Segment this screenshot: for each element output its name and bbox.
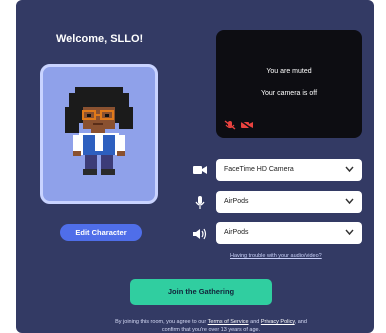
microphone-select-value: AirPods	[224, 198, 249, 205]
muted-status: You are muted	[266, 68, 312, 75]
av-help-link[interactable]: Having trouble with your audio/video?	[230, 253, 322, 259]
camera-preview: You are muted Your camera is off	[216, 30, 362, 138]
chevron-down-icon	[345, 166, 354, 173]
speaker-icon	[192, 227, 208, 241]
character-preview	[40, 64, 158, 204]
legal-and: and	[248, 319, 261, 325]
avatar	[65, 87, 133, 175]
mic-off-icon[interactable]	[224, 120, 236, 130]
terms-link[interactable]: Terms of Service	[208, 319, 249, 325]
chevron-down-icon	[345, 229, 354, 236]
legal-notice: By joining this room, you agree to our T…	[106, 318, 316, 333]
microphone-icon	[192, 195, 208, 209]
camera-select-value: FaceTime HD Camera	[224, 166, 294, 173]
camera-off-icon[interactable]	[240, 120, 254, 130]
speaker-select[interactable]: AirPods	[216, 222, 362, 244]
join-button[interactable]: Join the Gathering	[130, 279, 272, 305]
camera-select[interactable]: FaceTime HD Camera	[216, 159, 362, 181]
speaker-select-value: AirPods	[224, 229, 249, 236]
microphone-select[interactable]: AirPods	[216, 191, 362, 213]
chevron-down-icon	[345, 198, 354, 205]
privacy-link[interactable]: Privacy Policy	[261, 319, 295, 325]
gathering-join-panel: Welcome, SLLO! Edit Character You are mu…	[16, 0, 374, 333]
camera-icon	[192, 163, 208, 177]
legal-prefix: By joining this room, you agree to our	[115, 319, 208, 325]
edit-character-button[interactable]: Edit Character	[60, 224, 142, 241]
camera-status: Your camera is off	[260, 90, 318, 97]
welcome-title: Welcome, SLLO!	[56, 33, 144, 45]
